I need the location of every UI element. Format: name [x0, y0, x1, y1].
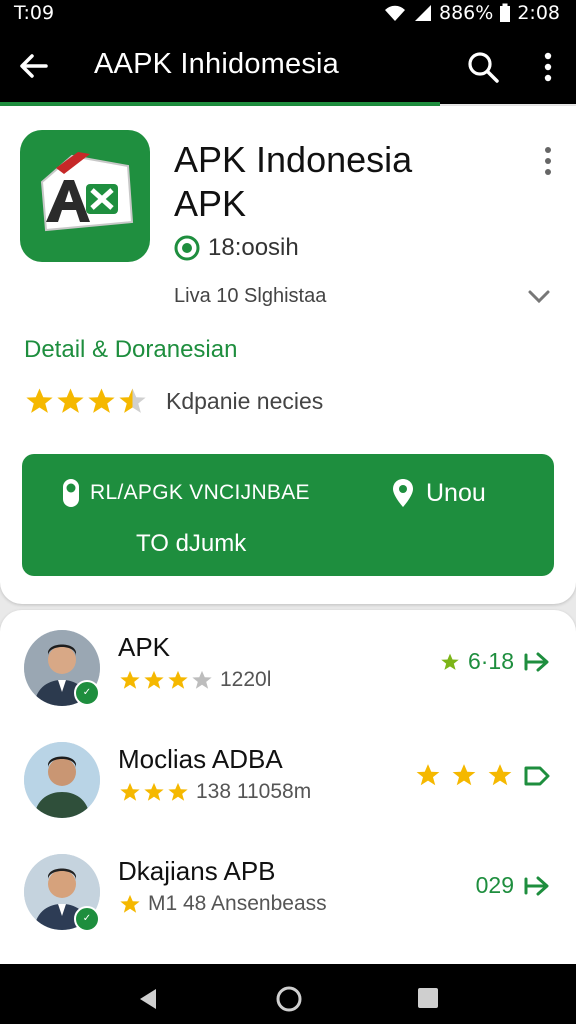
- detail-link[interactable]: Detail & Doranesian: [24, 336, 237, 364]
- install-button[interactable]: RL/APGK VNCIJNBAE Unou TO dJumk: [22, 454, 554, 576]
- version-row: 18:oosih: [174, 234, 299, 262]
- star-icon: [26, 388, 53, 413]
- install-line1-text: RL/APGK VNCIJNBAE: [90, 481, 310, 504]
- nav-recents-icon[interactable]: [416, 986, 440, 1010]
- verified-badge: ✓: [74, 680, 100, 706]
- install-line2-text: Unou: [426, 478, 486, 507]
- list-item-action[interactable]: [414, 760, 552, 790]
- status-icons: 886% 2:08: [383, 2, 560, 24]
- avatar: [24, 742, 100, 818]
- app-title-line2: APK: [174, 183, 247, 224]
- star-icon: [168, 670, 188, 689]
- list-item-meta-text: 1220l: [220, 668, 272, 691]
- app-title: APK Indonesia APK: [174, 138, 494, 226]
- target-icon: [174, 235, 200, 261]
- list-item-meta-text: 138 11058m: [196, 780, 312, 803]
- rating-row: Kdpanie necies: [24, 386, 323, 416]
- open-arrow-icon: [524, 652, 549, 671]
- open-arrow-icon: [524, 766, 550, 786]
- status-time: T:09: [14, 2, 55, 24]
- nav-home-icon[interactable]: [274, 984, 304, 1014]
- toggle-icon: [63, 479, 79, 507]
- star-small-icon: [441, 653, 459, 670]
- list-item[interactable]: ✓ APK 1220l 6·18: [0, 630, 576, 730]
- verified-badge: ✓: [74, 906, 100, 932]
- star-icon: [144, 670, 164, 689]
- star-icon: [168, 782, 188, 801]
- star-icon: [57, 388, 84, 413]
- person-avatar-icon: [24, 742, 100, 818]
- list-item-meta: 1220l: [118, 668, 271, 692]
- install-line3: TO dJumk: [136, 530, 247, 557]
- list-item-stars: [118, 781, 190, 803]
- open-arrow-icon: [524, 876, 549, 895]
- status-clock: 2:08: [517, 2, 560, 24]
- app-more-icon[interactable]: [538, 144, 558, 180]
- list-item-stars: [118, 893, 142, 915]
- list-item[interactable]: ✓ Dkajians APB M1 48 Ansenbeass 029: [0, 854, 576, 954]
- app-logo-icon: [40, 152, 134, 232]
- list-item-meta: M1 48 Ansenbeass: [118, 892, 327, 916]
- location-pin-icon: [393, 479, 413, 507]
- search-icon[interactable]: [466, 50, 500, 84]
- list-item-stars: [118, 669, 214, 691]
- app-subtitle: Liva 10 Slghistaa: [174, 285, 327, 307]
- star-icon: [120, 670, 140, 689]
- signal-icon: [415, 5, 431, 21]
- chevron-down-icon[interactable]: [526, 284, 552, 308]
- star-icon: [452, 764, 476, 786]
- star-icon: [120, 782, 140, 801]
- list-item-action[interactable]: 6·18: [440, 648, 552, 675]
- app-bar-title: AAPK Inhidomesia: [94, 48, 339, 80]
- battery-percent: 886%: [439, 2, 494, 24]
- status-bar: T:09 886% 2:08: [0, 0, 576, 28]
- list-item-action[interactable]: 029: [476, 872, 552, 899]
- star-icon: [416, 764, 440, 786]
- list-item[interactable]: Moclias ADBA 138 11058m: [0, 742, 576, 842]
- star-icon: [88, 388, 115, 413]
- star-icon: [488, 764, 512, 786]
- star-icon: [120, 894, 140, 913]
- app-icon: [20, 130, 150, 262]
- star-half-icon: [119, 388, 146, 413]
- app-title-line1: APK Indonesia: [174, 139, 413, 180]
- install-line2: Unou: [392, 478, 486, 508]
- rating-label: Kdpanie necies: [166, 387, 324, 414]
- list-item-meta-text: M1 48 Ansenbeass: [148, 892, 327, 915]
- star-icon: [144, 782, 164, 801]
- battery-icon: [500, 3, 511, 22]
- wifi-icon: [385, 5, 405, 21]
- list-item-name: APK: [118, 632, 171, 662]
- system-nav-bar: [0, 964, 576, 1024]
- back-arrow-icon[interactable]: [16, 48, 52, 84]
- list-item-score: 029: [475, 872, 514, 898]
- install-line1: RL/APGK VNCIJNBAE: [62, 478, 310, 508]
- list-item-name: Moclias ADBA: [118, 744, 283, 774]
- list-item-name: Dkajians APB: [118, 856, 276, 886]
- app-bar: AAPK Inhidomesia: [0, 28, 576, 104]
- nav-back-icon[interactable]: [136, 986, 162, 1012]
- rating-stars: [24, 386, 148, 416]
- list-item-meta: 138 11058m: [118, 780, 311, 804]
- star-icon: [192, 670, 212, 689]
- list-item-score: 6·18: [467, 648, 514, 674]
- more-vert-icon[interactable]: [534, 50, 562, 84]
- version-text: 18:oosih: [208, 234, 299, 261]
